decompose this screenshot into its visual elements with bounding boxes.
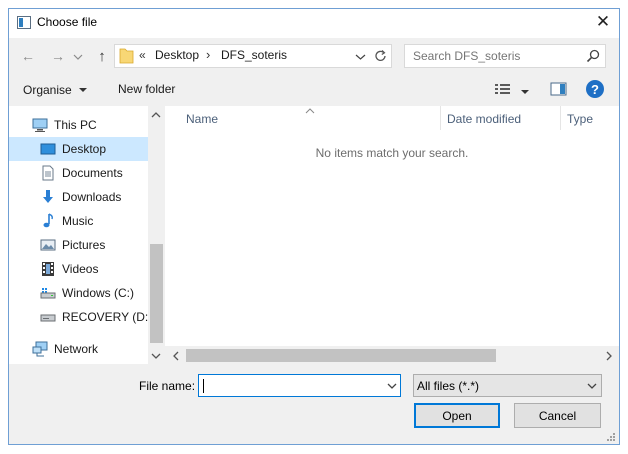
scroll-down-arrow[interactable] xyxy=(150,350,162,360)
search-input[interactable] xyxy=(411,47,581,65)
file-name-combobox[interactable] xyxy=(198,374,401,397)
sidebar-item-label: Network xyxy=(54,342,99,356)
column-header-date-label: Date modified xyxy=(447,112,522,126)
help-button[interactable]: ? xyxy=(586,80,604,98)
column-header-type[interactable]: Type xyxy=(567,108,617,130)
chevron-right-icon xyxy=(606,351,612,361)
sidebar-item-desktop[interactable]: Desktop xyxy=(9,137,148,161)
chevron-left-icon xyxy=(173,351,179,361)
network-icon xyxy=(32,341,48,357)
this-pc-icon xyxy=(32,117,48,133)
file-type-filter-value: All files (*.*) xyxy=(417,379,480,393)
chevron-down-icon xyxy=(355,54,366,60)
videos-icon xyxy=(40,261,56,277)
sidebar-item-label: Videos xyxy=(62,262,99,276)
close-icon: ✕ xyxy=(595,12,611,31)
sidebar-item-pictures[interactable]: Pictures xyxy=(9,233,148,257)
sidebar-item-label: Documents xyxy=(62,166,123,180)
up-arrow-icon: ↑ xyxy=(98,47,106,65)
up-button[interactable]: ↑ xyxy=(91,45,113,67)
sidebar-item-recovery-d[interactable]: RECOVERY (D:) xyxy=(9,305,152,329)
column-header-date-modified[interactable]: Date modified xyxy=(447,108,560,130)
view-options-dropdown[interactable] xyxy=(520,85,530,94)
drive-c-icon xyxy=(40,285,56,301)
cancel-button[interactable]: Cancel xyxy=(514,403,601,428)
music-icon xyxy=(40,213,56,229)
sidebar-item-label: Pictures xyxy=(62,238,106,252)
sidebar-item-this-pc[interactable]: This PC xyxy=(9,113,148,137)
downloads-icon xyxy=(40,189,56,205)
chevron-down-icon[interactable] xyxy=(386,381,398,391)
close-button[interactable]: ✕ xyxy=(594,12,612,31)
folder-icon xyxy=(119,47,134,64)
empty-folder-message: No items match your search. xyxy=(315,146,469,160)
scroll-left-arrow[interactable] xyxy=(171,350,181,362)
forward-arrow-icon: → xyxy=(51,48,65,64)
resize-grip-icon[interactable] xyxy=(606,431,616,441)
new-folder-button[interactable]: New folder xyxy=(118,82,175,96)
chevron-down-icon xyxy=(151,353,161,359)
sidebar-item-label: Music xyxy=(62,214,94,228)
refresh-icon xyxy=(375,50,386,61)
breadcrumb-overflow[interactable]: « xyxy=(139,48,146,62)
drive-d-icon xyxy=(40,309,56,325)
sidebar-item-downloads[interactable]: Downloads xyxy=(9,185,148,209)
recent-locations-dropdown[interactable] xyxy=(73,51,83,61)
sidebar-item-label: Windows (C:) xyxy=(62,286,135,300)
scroll-up-arrow[interactable] xyxy=(150,109,162,119)
chevron-down-icon xyxy=(73,54,83,60)
breadcrumb-separator[interactable]: › xyxy=(206,47,210,62)
scroll-right-arrow[interactable] xyxy=(604,350,614,362)
file-name-label: File name: xyxy=(139,379,196,393)
file-name-input[interactable] xyxy=(202,377,378,394)
sidebar-item-label: Desktop xyxy=(62,142,107,156)
file-list-area[interactable] xyxy=(165,106,619,364)
refresh-button[interactable] xyxy=(372,47,390,65)
column-header-name[interactable]: Name xyxy=(186,108,440,130)
forward-button[interactable]: → xyxy=(47,45,69,67)
title-bar xyxy=(9,9,619,38)
chevron-down-icon xyxy=(587,383,597,389)
open-button-label: Open xyxy=(442,408,472,423)
documents-icon xyxy=(40,165,56,181)
address-history-dropdown[interactable] xyxy=(355,51,366,61)
open-button[interactable]: Open xyxy=(414,403,500,428)
sidebar-item-label: RECOVERY (D:) xyxy=(62,310,153,324)
breadcrumb-desktop[interactable]: Desktop xyxy=(155,48,199,62)
cancel-button-label: Cancel xyxy=(538,408,577,423)
sidebar-item-videos[interactable]: Videos xyxy=(9,257,148,281)
sidebar-item-documents[interactable]: Documents xyxy=(9,161,148,185)
column-divider[interactable] xyxy=(440,106,441,130)
window-title: Choose file xyxy=(37,15,98,29)
horizontal-scrollbar-thumb[interactable] xyxy=(186,349,496,362)
sidebar-item-windows-c[interactable]: Windows (C:) xyxy=(9,281,148,305)
file-type-filter-select[interactable]: All files (*.*) xyxy=(413,374,602,397)
column-header-type-label: Type xyxy=(567,112,594,126)
chevron-up-icon xyxy=(151,112,161,118)
preview-pane-button[interactable] xyxy=(550,81,568,97)
organise-button[interactable]: Organise xyxy=(23,81,93,99)
change-view-button[interactable] xyxy=(494,82,512,96)
column-header-name-label: Name xyxy=(186,112,219,126)
back-button[interactable]: ← xyxy=(17,45,39,67)
caret-down-icon xyxy=(78,88,87,92)
caret-down-icon xyxy=(521,90,529,94)
help-icon: ? xyxy=(591,81,599,97)
organise-label: Organise xyxy=(23,83,72,97)
app-icon xyxy=(17,16,31,29)
details-view-icon xyxy=(495,84,510,94)
breadcrumb-current-folder[interactable]: DFS_soteris xyxy=(221,48,287,62)
sidebar-item-network[interactable]: Network xyxy=(9,337,148,361)
sidebar-item-label: Downloads xyxy=(62,190,122,204)
sidebar-item-music[interactable]: Music xyxy=(9,209,148,233)
back-arrow-icon: ← xyxy=(21,48,35,64)
scrollbar-thumb[interactable] xyxy=(150,244,163,343)
sidebar-item-label: This PC xyxy=(54,118,97,132)
preview-pane-icon xyxy=(550,82,567,96)
desktop-icon xyxy=(40,141,56,157)
column-divider[interactable] xyxy=(560,106,561,130)
text-cursor xyxy=(203,379,204,393)
search-icon xyxy=(585,48,601,64)
pictures-icon xyxy=(40,237,56,253)
